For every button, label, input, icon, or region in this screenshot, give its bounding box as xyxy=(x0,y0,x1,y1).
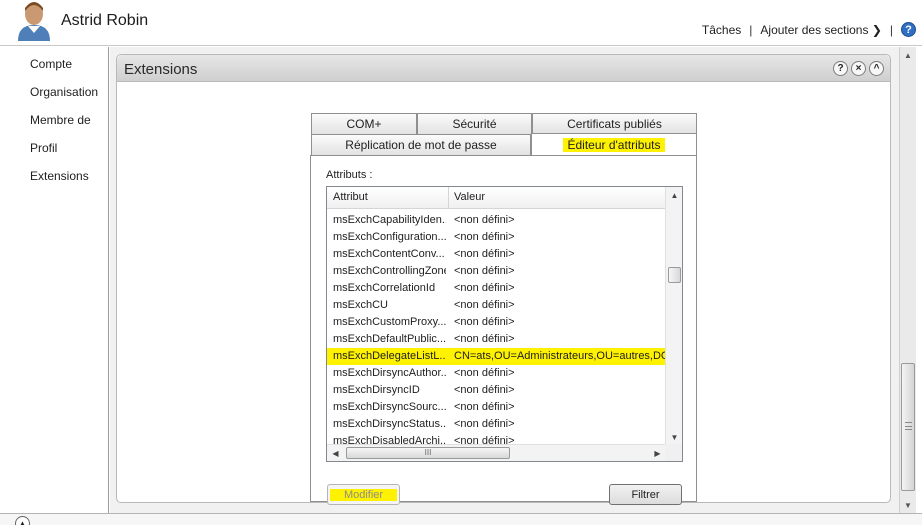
list-header: Attribut Valeur xyxy=(327,187,666,209)
attributes-list[interactable]: Attribut Valeur msExchCapabilityIden... <… xyxy=(326,186,683,462)
column-divider[interactable] xyxy=(448,187,449,209)
grip-icon xyxy=(905,422,912,430)
nav-item-profil[interactable]: Profil xyxy=(30,141,57,155)
column-header-attribut[interactable]: Attribut xyxy=(333,191,368,203)
scroll-right-arrow-icon[interactable]: ▶ xyxy=(649,445,666,461)
tab-replication-mot-de-passe[interactable]: Réplication de mot de passe xyxy=(311,134,531,155)
attr-name: msExchDirsyncID xyxy=(333,384,420,396)
list-item[interactable]: msExchContentConv... <non défini> xyxy=(327,246,666,263)
list-item[interactable]: msExchDirsyncID <non défini> xyxy=(327,382,666,399)
attr-name: msExchDirsyncSourc... xyxy=(333,401,446,413)
attr-value: <non défini> xyxy=(454,265,515,277)
scroll-up-arrow-icon[interactable]: ▲ xyxy=(666,187,682,204)
page-vertical-scrollbar[interactable]: ▲ ▼ xyxy=(899,47,916,513)
attr-name: msExchCorrelationId xyxy=(333,282,436,294)
attr-value: CN=ats,OU=Administrateurs,OU=autres,DC= xyxy=(454,350,666,362)
attr-name: msExchDelegateListL... xyxy=(333,350,446,362)
list-item-selected[interactable]: msExchDelegateListL... CN=ats,OU=Administ… xyxy=(327,348,666,365)
list-item[interactable]: msExchCorrelationId <non défini> xyxy=(327,280,666,297)
list-item[interactable]: msExchControllingZone <non défini> xyxy=(327,263,666,280)
panel-header: Extensions ? × ^ xyxy=(117,55,890,82)
scroll-left-arrow-icon[interactable]: ◀ xyxy=(327,445,344,461)
collapse-icon[interactable]: ^ xyxy=(869,61,884,76)
separator: | xyxy=(749,22,753,37)
attr-name: msExchCU xyxy=(333,299,389,311)
scroll-up-arrow-icon[interactable]: ▲ xyxy=(900,47,916,63)
nav-item-extensions[interactable]: Extensions xyxy=(30,169,89,183)
properties-dialog: COM+ Sécurité Certificats publiés Réplic… xyxy=(310,113,697,505)
panel-controls: ? × ^ xyxy=(833,61,884,76)
separator: | xyxy=(889,22,893,37)
nav-item-organisation[interactable]: Organisation xyxy=(30,85,98,99)
close-icon[interactable]: × xyxy=(851,61,866,76)
attr-value: <non défini> xyxy=(454,231,515,243)
list-horizontal-scrollbar[interactable]: ◀ III ▶ xyxy=(327,444,666,461)
attr-name: msExchConfiguration... xyxy=(333,231,446,243)
tab-securite[interactable]: Sécurité xyxy=(417,113,532,134)
attr-name: msExchCustomProxy... xyxy=(333,316,446,328)
attr-value: <non défini> xyxy=(454,214,515,226)
tab-editeur-attributs[interactable]: Éditeur d'attributs xyxy=(531,133,697,155)
attr-value: <non défini> xyxy=(454,282,515,294)
list-vertical-scrollbar[interactable]: ▲ ▼ xyxy=(665,187,682,446)
list-item[interactable]: msExchCapabilityIden... <non défini> xyxy=(327,212,666,229)
panel-title: Extensions xyxy=(124,61,198,78)
help-icon[interactable]: ? xyxy=(901,22,916,37)
attribute-editor-body: Attributs : Attribut Valeur msExchCapabi… xyxy=(310,155,697,505)
list-item[interactable]: msExchDefaultPublic... <non défini> xyxy=(327,331,666,348)
tasks-link[interactable]: Tâches xyxy=(702,23,741,37)
expand-up-icon[interactable]: ▲ xyxy=(15,516,30,525)
attr-value: <non défini> xyxy=(454,248,515,260)
attributes-label: Attributs : xyxy=(326,169,373,181)
horizontal-scroll-thumb[interactable]: III xyxy=(346,447,510,459)
main-area: Extensions ? × ^ COM+ Sécurité Certifica… xyxy=(110,47,899,513)
scroll-thumb[interactable] xyxy=(668,267,681,283)
attr-value: <non défini> xyxy=(454,299,515,311)
attr-value: <non défini> xyxy=(454,316,515,328)
attr-value: <non défini> xyxy=(454,401,515,413)
scrollbar-corner xyxy=(665,444,682,461)
user-avatar-icon xyxy=(18,2,50,41)
bottom-bar: ▲ xyxy=(0,513,922,525)
app-header: Astrid Robin Tâches | Ajouter des sectio… xyxy=(0,0,922,46)
attr-value: <non défini> xyxy=(454,384,515,396)
attr-value: <non défini> xyxy=(454,418,515,430)
tab-certificats-publies[interactable]: Certificats publiés xyxy=(532,113,697,134)
list-rows: msExchCapabilityIden... <non défini> msEx… xyxy=(327,209,666,447)
attr-name: msExchControllingZone xyxy=(333,265,446,277)
tab-com-plus[interactable]: COM+ xyxy=(311,113,417,134)
column-header-valeur[interactable]: Valeur xyxy=(454,191,485,203)
attr-name: msExchDefaultPublic... xyxy=(333,333,446,345)
nav-item-membre-de[interactable]: Membre de xyxy=(30,113,91,127)
attr-name: msExchDirsyncStatus... xyxy=(333,418,446,430)
attr-value: <non défini> xyxy=(454,367,515,379)
filter-button[interactable]: Filtrer xyxy=(609,484,682,505)
list-item[interactable]: msExchDirsyncSourc... <non défini> xyxy=(327,399,666,416)
modify-button[interactable]: Modifier xyxy=(327,484,400,505)
list-item[interactable]: msExchDirsyncStatus... <non défini> xyxy=(327,416,666,433)
list-item[interactable]: msExchDirsyncAuthor... <non défini> xyxy=(327,365,666,382)
header-actions: Tâches | Ajouter des sections ❯ | ? xyxy=(702,22,916,37)
list-item[interactable]: msExchCustomProxy... <non défini> xyxy=(327,314,666,331)
chevron-down-icon: ❯ xyxy=(871,22,882,37)
user-name: Astrid Robin xyxy=(61,12,149,29)
scroll-down-arrow-icon[interactable]: ▼ xyxy=(900,497,916,513)
attr-name: msExchCapabilityIden... xyxy=(333,214,446,226)
attr-name: msExchDirsyncAuthor... xyxy=(333,367,446,379)
page-scroll-thumb[interactable] xyxy=(901,363,915,491)
list-item[interactable]: msExchConfiguration... <non défini> xyxy=(327,229,666,246)
modify-button-label: Modifier xyxy=(329,488,398,501)
attr-name: msExchContentConv... xyxy=(333,248,445,260)
tab-editeur-attributs-label: Éditeur d'attributs xyxy=(563,137,665,152)
add-sections-label: Ajouter des sections xyxy=(760,22,869,37)
nav-item-compte[interactable]: Compte xyxy=(30,57,72,71)
left-nav: Compte Organisation Membre de Profil Ext… xyxy=(8,47,109,513)
attr-value: <non défini> xyxy=(454,333,515,345)
add-sections-link[interactable]: Ajouter des sections ❯ xyxy=(760,23,881,37)
help-icon[interactable]: ? xyxy=(833,61,848,76)
list-item[interactable]: msExchCU <non défini> xyxy=(327,297,666,314)
